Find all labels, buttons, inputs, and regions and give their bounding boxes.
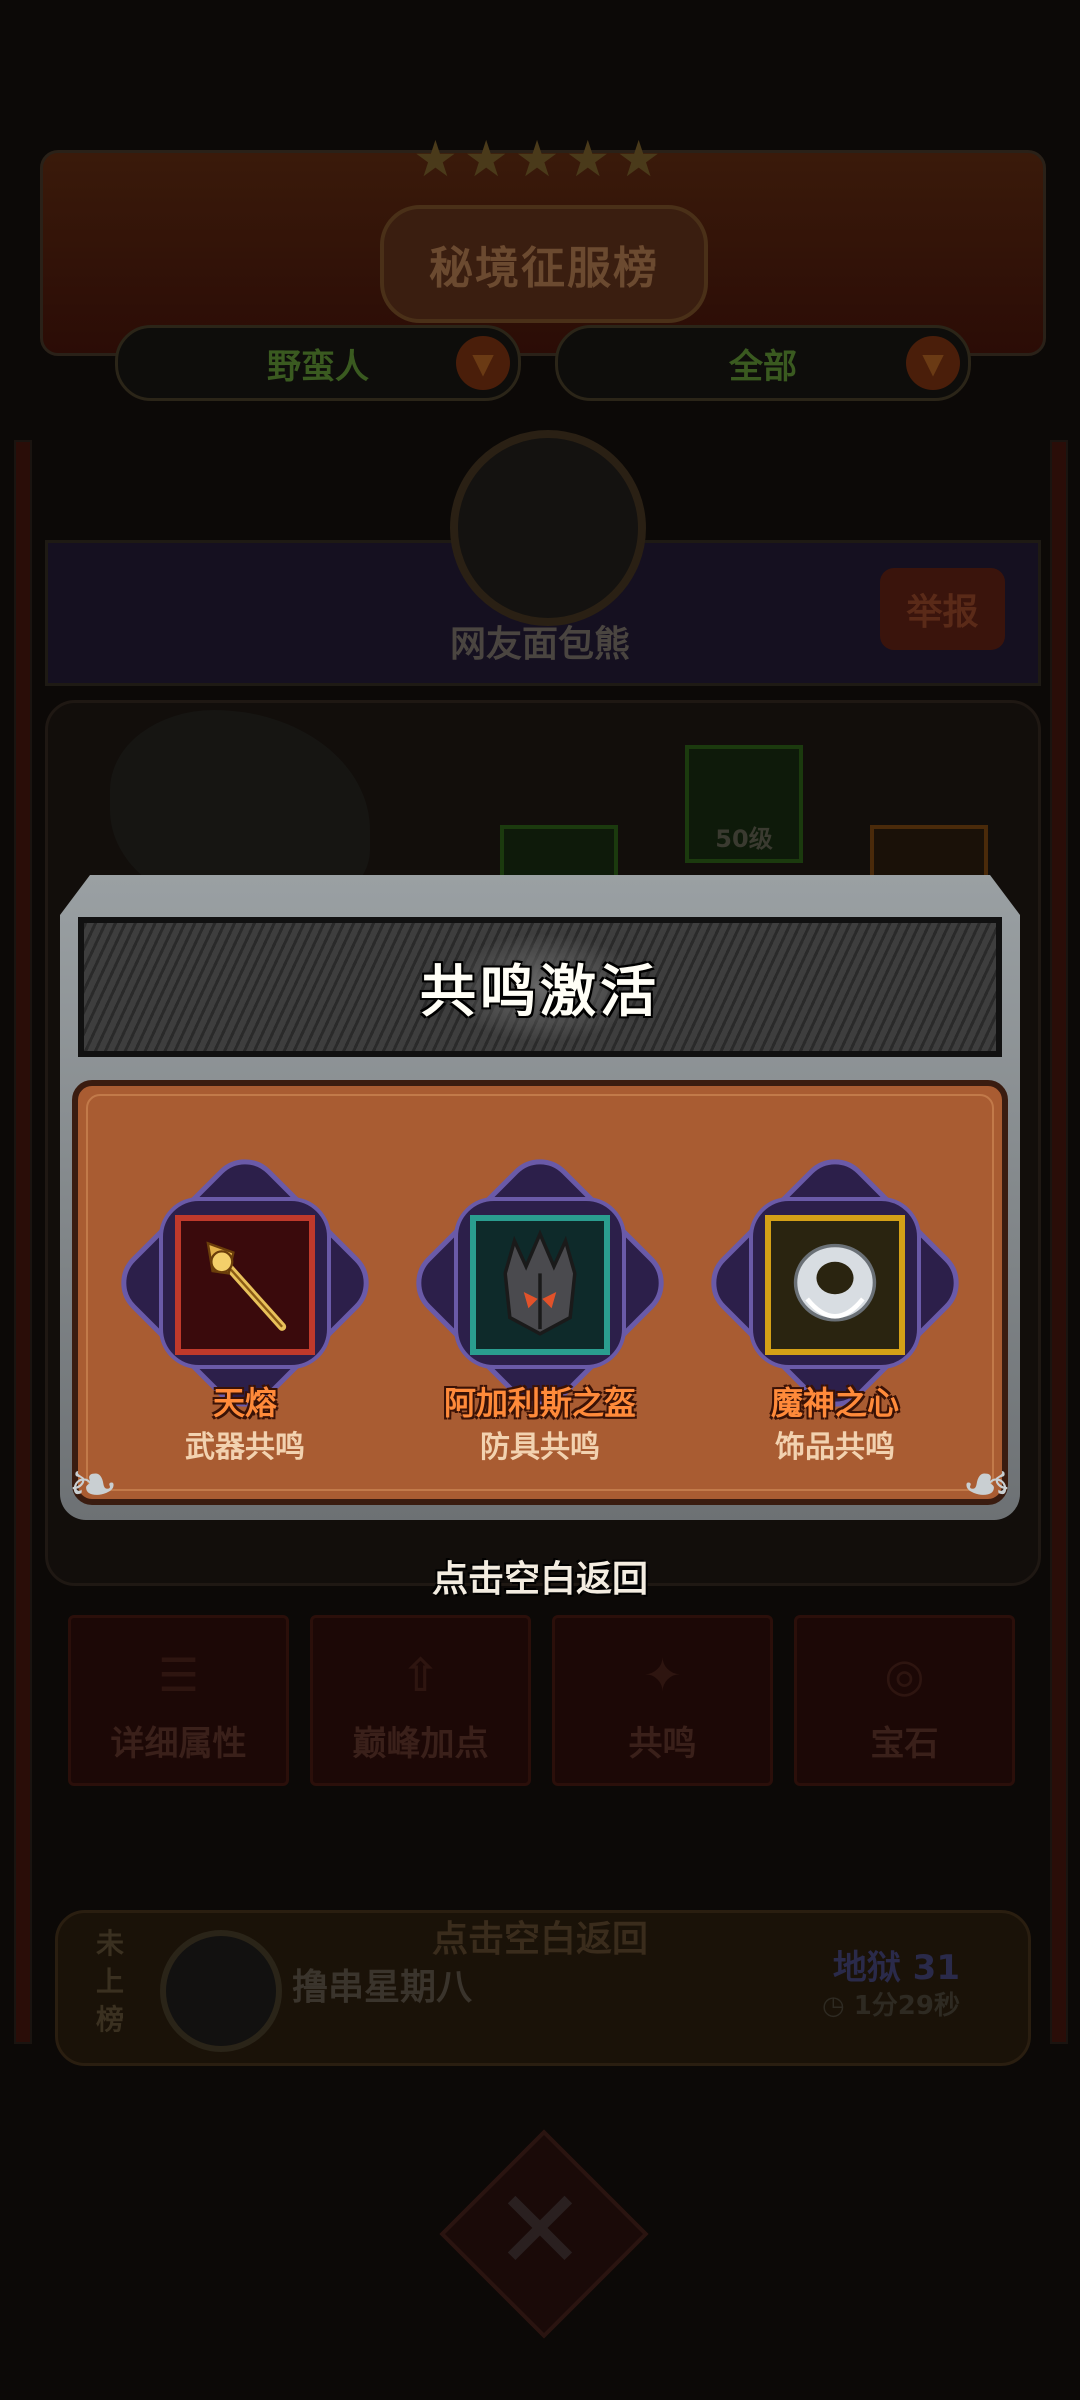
left-frame	[14, 440, 32, 2044]
player-name: 网友面包熊	[449, 624, 630, 665]
my-name: 撸串星期八	[292, 1967, 473, 2008]
scope-filter-dropdown[interactable]: 全部 ▼	[555, 325, 971, 401]
my-time-value: 1分29秒	[853, 1991, 960, 2021]
resonance-item-accessory[interactable]: 魔神之心 饰品共鸣	[696, 1144, 974, 1475]
mace-icon	[206, 1241, 287, 1331]
arrow-up-icon: ⇧	[401, 1648, 440, 1702]
item-frame	[765, 1215, 905, 1355]
item-type: 饰品共鸣	[775, 1430, 895, 1465]
helmet-icon	[503, 1229, 577, 1336]
report-button[interactable]: 举报	[880, 568, 1005, 650]
slot-level: 50级	[715, 825, 773, 853]
back-hint-faded: 点击空白返回	[431, 1919, 648, 1960]
resonance-item-armor[interactable]: 阿加利斯之盔 防具共鸣	[401, 1144, 679, 1475]
clock-icon: ◷	[821, 1991, 854, 2021]
my-level: 地狱 31	[832, 1948, 960, 1988]
tab-gems[interactable]: ◎ 宝石	[794, 1615, 1015, 1786]
resonance-popup: 共鸣激活 ❧ ❧ 天熔 武器共鸣 阿加利斯之盔 防具共鸣 魔神之心 饰品共鸣	[60, 875, 1020, 1520]
scope-filter-label: 全部	[729, 346, 797, 387]
gem-icon: ◎	[884, 1648, 925, 1702]
my-time: ◷ 1分29秒	[760, 1985, 960, 2022]
tap-blank-to-return[interactable]: 点击空白返回	[340, 1550, 740, 1602]
tab-label: 共鸣	[628, 1724, 697, 1764]
popup-header: 共鸣激活	[78, 917, 1002, 1057]
item-frame	[470, 1215, 610, 1355]
resonance-icon: ✦	[643, 1648, 682, 1702]
list-icon: ☰	[157, 1648, 200, 1702]
chevron-down-icon: ▼	[456, 336, 510, 390]
item-name: 魔神之心	[770, 1384, 899, 1422]
class-filter-dropdown[interactable]: 野蛮人 ▼	[115, 325, 521, 401]
item-name: 天熔	[212, 1384, 277, 1422]
right-frame	[1050, 440, 1068, 2044]
tab-resonance[interactable]: ✦ 共鸣	[552, 1615, 773, 1786]
item-name: 阿加利斯之盔	[443, 1384, 636, 1422]
class-filter-label: 野蛮人	[267, 346, 369, 387]
player-avatar	[450, 430, 646, 626]
tab-label: 巅峰加点	[352, 1724, 489, 1764]
crossed-swords-icon: ✕	[493, 2166, 587, 2294]
item-type: 防具共鸣	[480, 1430, 600, 1465]
tab-detail-attributes[interactable]: ☰ 详细属性	[68, 1615, 289, 1786]
rank-status: 未上榜	[95, 1927, 124, 2036]
leaderboard-title: 秘境征服榜	[380, 205, 708, 323]
stars-decoration: ★★★★★	[412, 130, 668, 188]
amulet-icon	[793, 1243, 877, 1322]
tab-label: 宝石	[870, 1724, 939, 1764]
my-avatar	[160, 1930, 282, 2052]
equipment-slot[interactable]: 50级	[685, 745, 803, 863]
tab-peak-points[interactable]: ⇧ 巅峰加点	[310, 1615, 531, 1786]
tab-label: 详细属性	[110, 1724, 247, 1764]
popup-title: 共鸣激活	[420, 959, 660, 1025]
resonance-item-weapon[interactable]: 天熔 武器共鸣	[106, 1144, 384, 1475]
chevron-down-icon: ▼	[906, 336, 960, 390]
item-type: 武器共鸣	[185, 1430, 305, 1465]
item-frame	[175, 1215, 315, 1355]
